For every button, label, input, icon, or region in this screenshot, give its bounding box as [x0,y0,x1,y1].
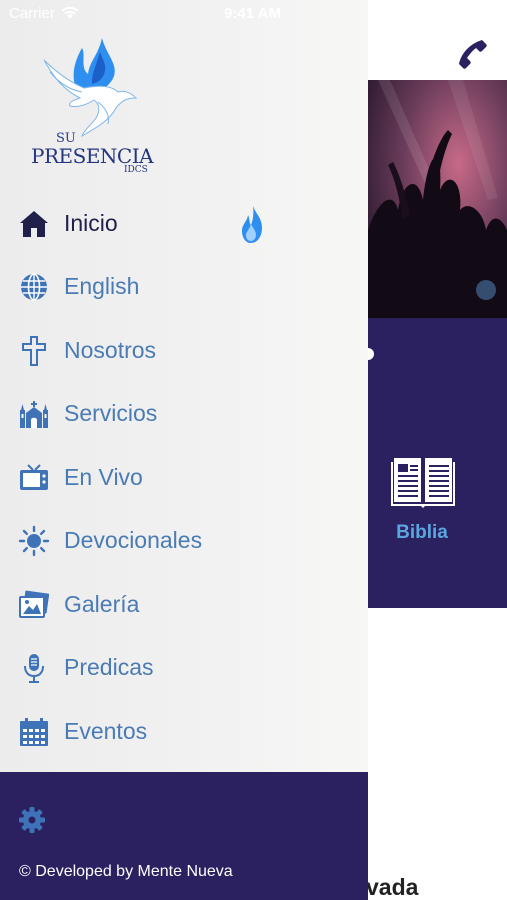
su-presencia-logo: SU PRESENCIA IDCS [28,38,154,178]
menu-item-servicios[interactable]: Servicios [0,382,368,445]
status-bar: Carrier 9:41 AM [0,0,368,28]
menu-label-inicio: Inicio [64,210,118,236]
home-icon [20,211,48,237]
biblia-tile[interactable]: Biblia [368,438,507,558]
tv-icon [20,464,48,490]
dove-flame-icon [43,38,138,138]
microphone-icon [24,654,44,683]
menu-item-en-vivo[interactable]: En Vivo [0,446,368,509]
menu-label-nosotros: Nosotros [64,337,157,363]
carrier-label: Carrier [9,5,55,22]
drawer-footer: © Developed by Mente Nueva [0,772,368,900]
menu-label-en-vivo: En Vivo [64,464,143,490]
menu-item-inicio[interactable]: Inicio [0,192,368,255]
church-icon [20,401,48,428]
logo-text-idcs: IDCS [124,165,148,175]
phone-icon[interactable] [455,36,489,70]
menu-item-devocionales[interactable]: Devocionales [0,509,368,572]
menu-label-servicios: Servicios [64,400,158,426]
menu-label-predicas: Predicas [64,654,154,680]
menu-item-eventos[interactable]: Eventos [0,700,368,763]
cross-icon [22,336,46,366]
menu-item-galeria[interactable]: Galería [0,573,368,636]
menu-item-nosotros[interactable]: Nosotros [0,319,368,382]
menu-label-devocionales: Devocionales [64,527,203,553]
menu-label-galeria: Galería [64,591,140,617]
menu-label-eventos: Eventos [64,718,148,744]
navigation-drawer: Carrier 9:41 AM SU PRESENCIA IDCS Inicio… [0,0,368,900]
menu-label-english: English [64,273,140,299]
gallery-icon [19,590,50,618]
wifi-icon [61,6,79,19]
book-icon [391,458,455,508]
hero-image [368,80,507,318]
biblia-label: Biblia [396,522,448,543]
developer-credit: © Developed by Mente Nueva [19,863,233,880]
status-time: 9:41 AM [224,5,281,22]
section-heading-partial: vada [366,874,419,900]
menu-item-predicas[interactable]: Predicas [0,636,368,699]
gear-icon[interactable] [16,804,48,836]
feature-panel: Biblia [368,318,507,608]
menu-item-english[interactable]: English [0,255,368,318]
calendar-icon [20,718,48,746]
globe-icon [21,273,47,301]
sun-icon [18,525,50,557]
